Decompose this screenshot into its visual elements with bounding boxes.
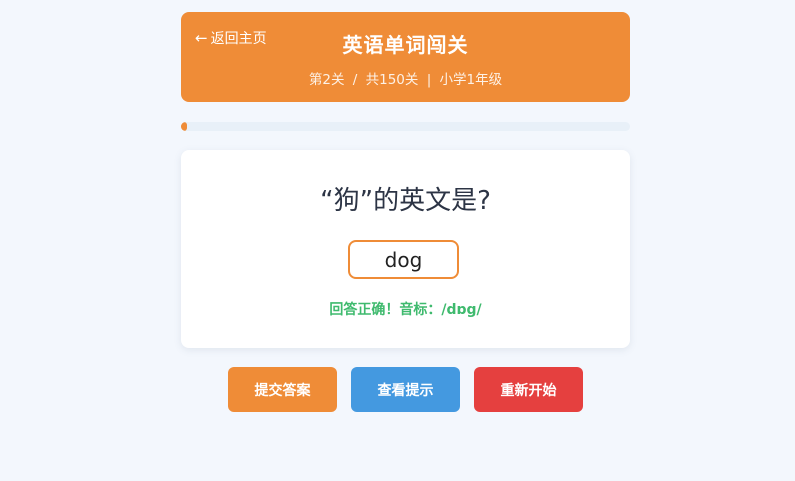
show-hint-button[interactable]: 查看提示 [351, 367, 460, 412]
restart-button[interactable]: 重新开始 [474, 367, 583, 412]
feedback-message: 回答正确！音标：/dɒg/ [329, 302, 482, 318]
header-banner: ← 返回主页 英语单词闯关 第2关 / 共150关 | 小学1年级 [181, 12, 630, 102]
submit-answer-button[interactable]: 提交答案 [228, 367, 337, 412]
level-separator: / [352, 72, 358, 88]
grade-label: 小学1年级 [439, 72, 503, 88]
grade-separator: | [426, 72, 432, 88]
progress-fill [181, 122, 187, 131]
question-card: “狗”的英文是? 回答正确！音标：/dɒg/ [181, 150, 630, 348]
answer-input[interactable] [348, 240, 459, 279]
current-level: 第2关 [308, 72, 345, 88]
progress-bar [181, 122, 630, 131]
level-info: 第2关 / 共150关 | 小学1年级 [181, 68, 630, 88]
question-text: “狗”的英文是? [320, 186, 491, 216]
total-levels: 共150关 [365, 72, 419, 88]
page-title: 英语单词闯关 [342, 33, 469, 57]
